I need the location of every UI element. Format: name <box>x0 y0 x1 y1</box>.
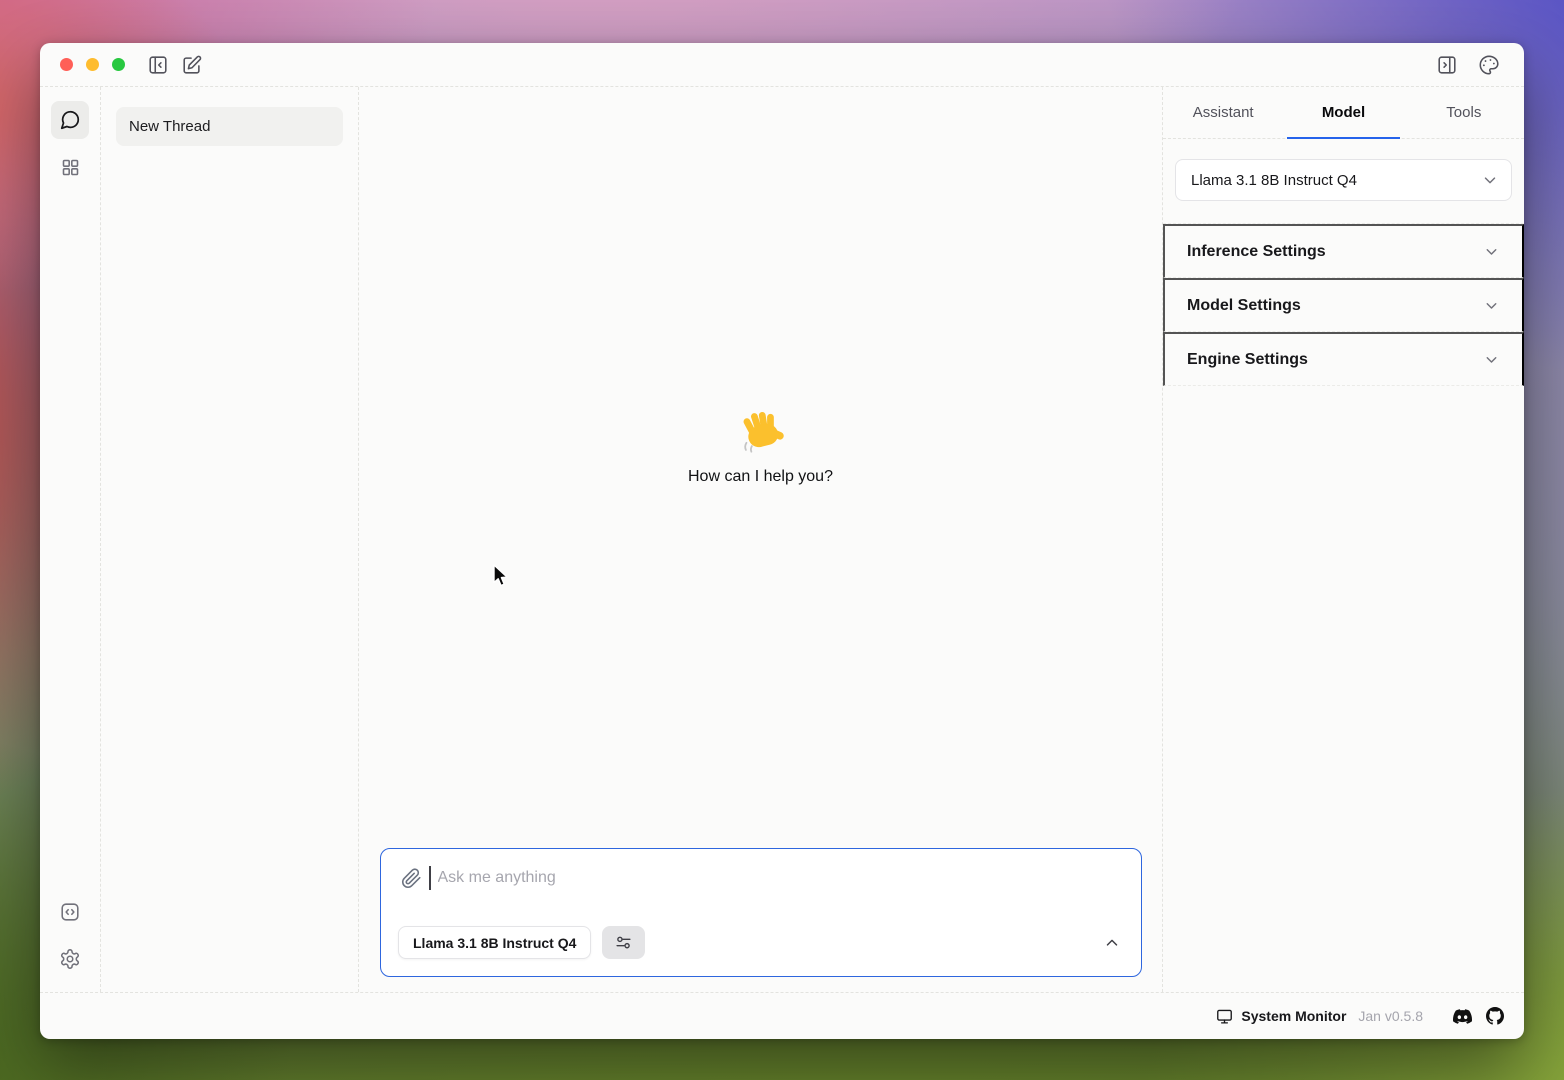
chat-area: How can I help you? Llama 3.1 8B Instruc… <box>359 87 1162 992</box>
chevron-down-icon <box>1483 297 1500 314</box>
chevron-down-icon <box>1483 243 1500 260</box>
attach-file-button[interactable] <box>401 868 422 889</box>
settings-sections: Inference Settings Model Settings Engine… <box>1163 223 1524 386</box>
model-selector-button[interactable]: Llama 3.1 8B Instruct Q4 <box>398 926 591 959</box>
section-inference-settings[interactable]: Inference Settings <box>1163 224 1524 278</box>
minimize-button[interactable] <box>86 58 99 71</box>
section-model-settings[interactable]: Model Settings <box>1163 278 1524 332</box>
discord-button[interactable] <box>1453 1009 1472 1024</box>
section-label: Engine Settings <box>1187 351 1308 369</box>
section-label: Inference Settings <box>1187 243 1326 261</box>
rail-settings-button[interactable] <box>51 940 89 978</box>
new-thread-button[interactable] <box>181 54 203 76</box>
system-monitor-label: System Monitor <box>1241 1008 1346 1024</box>
chevron-down-icon <box>1481 171 1499 189</box>
github-icon <box>1486 1007 1504 1025</box>
thread-title: New Thread <box>129 118 210 135</box>
right-panel-tabs: Assistant Model Tools <box>1163 87 1524 139</box>
panel-left-collapse-icon <box>147 54 169 76</box>
app-body: New Thread <box>40 86 1524 992</box>
traffic-lights <box>60 58 125 71</box>
code-block-icon <box>59 901 81 923</box>
chevron-up-icon <box>1103 934 1121 952</box>
compose-edit-icon <box>181 54 203 76</box>
status-bar: System Monitor Jan v0.5.8 <box>40 992 1524 1039</box>
thread-list-item[interactable]: New Thread <box>116 107 343 146</box>
text-caret <box>429 866 431 890</box>
collapse-input-button[interactable] <box>1103 934 1121 952</box>
chat-bubble-icon <box>59 109 81 131</box>
zoom-button[interactable] <box>112 58 125 71</box>
thread-list-panel: New Thread <box>101 87 359 992</box>
toggle-left-panel-button[interactable] <box>147 54 169 76</box>
gear-icon <box>59 948 81 970</box>
tab-model[interactable]: Model <box>1283 87 1403 138</box>
rail-local-api-button[interactable] <box>51 893 89 931</box>
github-button[interactable] <box>1486 1007 1504 1025</box>
section-engine-settings[interactable]: Engine Settings <box>1163 332 1524 386</box>
theme-button[interactable] <box>1478 54 1500 76</box>
palette-icon <box>1478 54 1500 76</box>
model-select-value: Llama 3.1 8B Instruct Q4 <box>1191 172 1357 189</box>
panel-right-icon <box>1436 54 1458 76</box>
model-select-dropdown[interactable]: Llama 3.1 8B Instruct Q4 <box>1175 159 1512 201</box>
tab-assistant[interactable]: Assistant <box>1163 87 1283 138</box>
tab-tools[interactable]: Tools <box>1404 87 1524 138</box>
monitor-icon <box>1216 1008 1233 1025</box>
desktop-wallpaper: { "colors": { "accent_blue": "#2563eb", … <box>0 0 1564 1080</box>
rail-hub-button[interactable] <box>51 148 89 186</box>
app-window: New Thread <box>40 43 1524 1039</box>
message-input-box: Llama 3.1 8B Instruct Q4 <box>380 848 1142 977</box>
greeting-text: How can I help you? <box>688 468 833 486</box>
chevron-down-icon <box>1483 351 1500 368</box>
greeting: How can I help you? <box>359 65 1162 826</box>
discord-icon <box>1453 1009 1472 1024</box>
grid-icon <box>60 157 81 178</box>
message-input[interactable] <box>438 869 1122 887</box>
close-button[interactable] <box>60 58 73 71</box>
model-config-button[interactable] <box>602 926 645 959</box>
sliders-icon <box>614 933 633 952</box>
app-version: Jan v0.5.8 <box>1358 1008 1423 1024</box>
right-panel: Assistant Model Tools Llama 3.1 8B Instr… <box>1162 87 1524 992</box>
left-rail <box>40 87 101 992</box>
paperclip-icon <box>401 868 422 889</box>
rail-threads-button[interactable] <box>51 101 89 139</box>
toggle-right-panel-button[interactable] <box>1436 54 1458 76</box>
waving-hand-icon <box>737 406 785 454</box>
system-monitor-button[interactable]: System Monitor <box>1216 1008 1346 1025</box>
section-label: Model Settings <box>1187 297 1301 315</box>
